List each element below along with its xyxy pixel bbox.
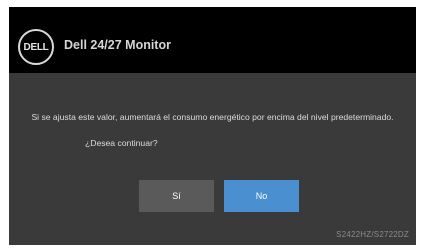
warning-message: Si se ajusta este valor, aumentará el co… <box>31 112 394 122</box>
dell-logo: DELL <box>18 29 54 65</box>
osd-panel: DELL Dell 24/27 Monitor Si se ajusta est… <box>9 7 416 245</box>
monitor-title: Dell 24/27 Monitor <box>64 38 171 52</box>
osd-header: DELL Dell 24/27 Monitor <box>9 7 416 73</box>
confirm-question: ¿Desea continuar? <box>85 138 158 148</box>
no-button[interactable]: No <box>224 180 299 212</box>
model-number: S2422HZ/S2722DZ <box>336 230 409 239</box>
yes-button[interactable]: Sí <box>139 180 214 212</box>
